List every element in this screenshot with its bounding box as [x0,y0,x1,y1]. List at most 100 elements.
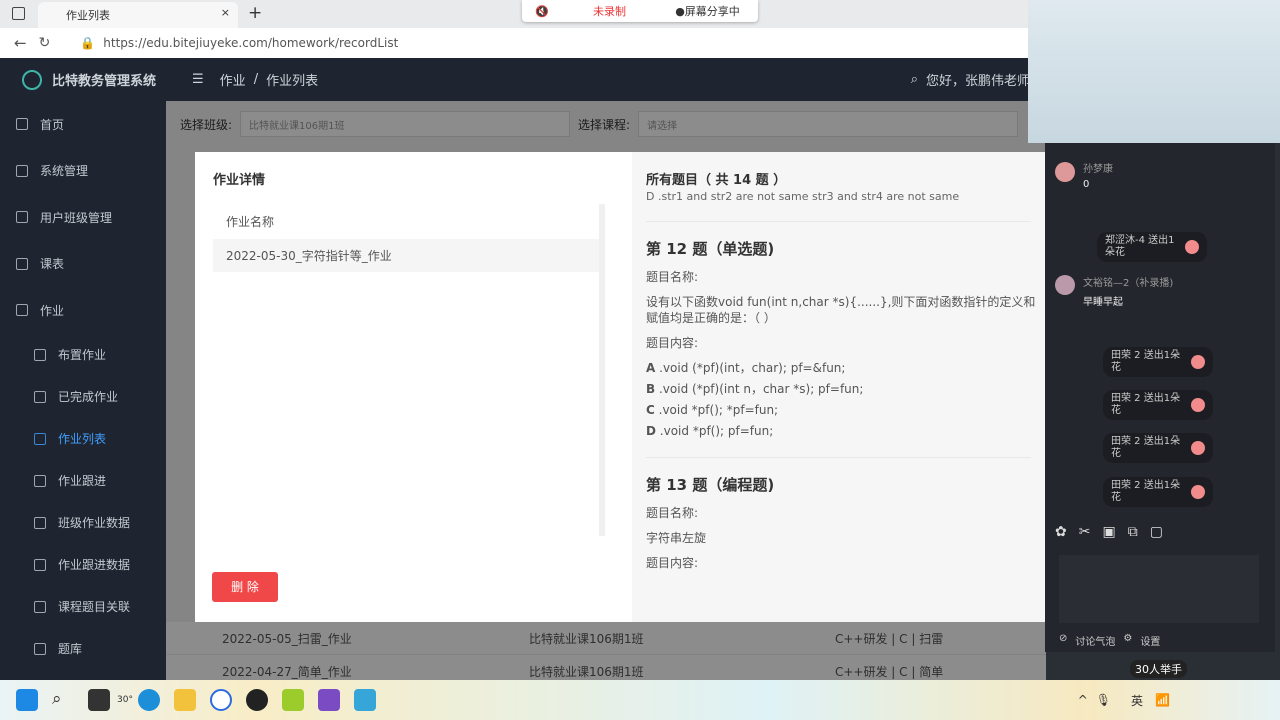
label: 作业列表 [58,432,107,446]
breadcrumb-item[interactable]: 作业 [220,70,246,89]
label: 题目内容: [646,556,699,570]
homework-name[interactable]: 2022-05-30_字符指针等_作业 [213,239,599,272]
browser-tab[interactable]: 作业列表 × [38,2,238,28]
option: A .void (*pf)(int，char); pf=&fun; [646,360,1031,376]
sidebar-sub-completed[interactable]: 已完成作业 [0,376,166,418]
sidebar-sub-class-data[interactable]: 班级作业数据 [0,502,166,544]
logo-icon [22,69,42,90]
chat-input[interactable] [1059,555,1259,623]
sidebar-item-users[interactable]: 用户班级管理 [0,194,166,241]
refresh-icon[interactable]: ↻ [39,35,51,51]
close-tab-icon[interactable]: × [221,6,230,19]
share-status[interactable]: ●屏幕分享中 [657,3,758,19]
gift-notice: 田荣 2 送出1朵花 [1103,477,1213,507]
gift-text: 田荣 2 送出1朵花 [1111,436,1181,459]
new-tab-button[interactable]: + [248,3,262,23]
microphone-icon[interactable]: 🎙 [1096,693,1111,707]
sidebar-sub-assign[interactable]: 布置作业 [0,334,166,376]
start-icon[interactable] [16,689,38,711]
search-icon[interactable]: ⌕ [911,72,918,87]
tab-actions-icon[interactable] [12,7,25,20]
gear-icon [16,164,28,177]
option: C .void *pf(); *pf=fun; [646,402,1031,418]
comment-icon[interactable]: ▢ [1150,524,1163,540]
meeting-icon[interactable] [210,689,232,711]
url-input[interactable]: https://edu.bitejiuyeke.com/homework/rec… [103,36,398,50]
edge-icon[interactable] [138,689,160,711]
search-icon[interactable]: ⌕ [52,689,74,711]
app-icon[interactable] [354,689,376,711]
flower-icon [1185,240,1199,254]
webcam-feed [1028,0,1280,143]
gift-notice: 田荣 2 送出1朵花 [1103,390,1213,420]
user-greeting[interactable]: 您好，张鹏伟老师 [926,70,1030,89]
chat-user: 孙梦康 [1083,164,1113,175]
settings-icon[interactable]: ⚙ [1123,633,1132,648]
settings-button[interactable]: 设置 [1140,633,1160,648]
book-icon [16,304,28,317]
bubble-icon[interactable]: ⊘ [1059,633,1067,648]
task-view-icon[interactable] [88,689,110,711]
gift-notice: 郑涩沐-4 送出1朵花 [1097,232,1207,262]
sidebar-item-system[interactable]: 系统管理 [0,148,166,195]
record-status[interactable]: 未录制 [562,3,657,19]
doc-icon [34,432,46,445]
sidebar-sub-followup-data[interactable]: 作业跟进数据 [0,544,166,586]
gift-text: 田荣 2 送出1朵花 [1111,393,1181,416]
flower-icon[interactable]: ✿ [1055,524,1067,540]
visual-studio-icon[interactable] [318,689,340,711]
back-icon[interactable]: ← [14,34,27,52]
sidebar-sub-followup[interactable]: 作业跟进 [0,460,166,502]
sidebar-sub-list[interactable]: 作业列表 [0,418,166,460]
doc-icon [34,474,46,487]
label: 课表 [40,257,65,272]
folder-icon[interactable] [174,689,196,711]
label: 班级作业数据 [58,516,131,530]
sidebar-item-schedule[interactable]: 课表 [0,241,166,288]
ime-indicator[interactable]: 英 [1131,692,1143,709]
sidebar-item-home[interactable]: 首页 [0,101,166,148]
flower-icon [1191,398,1205,412]
modal-left-panel: 作业详情 作业名称 2022-05-30_字符指针等_作业 删 除 [195,152,632,622]
modal-title: 作业详情 [213,173,266,188]
tab-title: 作业列表 [66,9,110,22]
bubble-toggle[interactable]: 讨论气泡 [1075,633,1115,648]
tray-expand-icon[interactable]: ^ [1078,693,1088,707]
homework-detail-modal: 作业详情 作业名称 2022-05-30_字符指针等_作业 删 除 所有题目（ … [195,152,1045,622]
question-name: 设有以下函数void fun(int n,char *s){......},则下… [646,295,1036,325]
mute-icon[interactable]: 🔇 [522,5,562,18]
label: 系统管理 [40,164,89,179]
raise-hands-badge[interactable]: 30人举手 [1130,660,1187,678]
wifi-icon[interactable]: 📶 [1155,693,1170,707]
menu-toggle-icon[interactable]: ☰ [192,72,204,87]
breadcrumb-current: 作业列表 [266,74,319,89]
questions-panel[interactable]: 所有题目（ 共 14 题 ） D .str1 and str2 are not … [632,152,1045,622]
sidebar-sub-course-link[interactable]: 课程题目关联 [0,586,166,628]
weather[interactable]: 30° [117,695,133,705]
music-icon[interactable] [282,689,304,711]
flower-icon [1191,441,1205,455]
sidebar-item-homework[interactable]: 作业 [0,287,166,334]
image-icon[interactable]: ▣ [1102,524,1115,540]
qq-icon[interactable] [246,689,268,711]
label: 课程题目关联 [58,600,131,614]
sidebar: 首页 系统管理 用户班级管理 课表 作业 布置作业 已完成作业 作业列表 作业跟… [0,101,166,681]
questions-title: 所有题目（ 共 14 题 ） [646,173,787,188]
bank-icon [34,642,46,655]
sidebar-sub-bank[interactable]: 题库 [0,628,166,670]
option: D .void *pf(); pf=fun; [646,423,1031,439]
gift-notice: 田荣 2 送出1朵花 [1103,347,1213,377]
option-text: .void *pf(); *pf=fun; [658,403,779,417]
label: 作业跟进 [58,474,107,488]
gift-text: 田荣 2 送出1朵花 [1111,480,1181,503]
scissors-icon[interactable]: ✂ [1079,524,1091,540]
option-text: .void *pf(); pf=fun; [659,424,774,438]
chart-icon [16,211,28,224]
table-header: 作业名称 [226,215,275,229]
question-heading: 第 12 题（单选题) [646,240,775,258]
delete-button[interactable]: 删 除 [212,572,278,602]
table-icon [34,516,46,529]
lock-icon: 🔒 [80,36,96,50]
screenshot-icon[interactable]: ⧉ [1128,524,1138,540]
flower-icon [1191,355,1205,369]
